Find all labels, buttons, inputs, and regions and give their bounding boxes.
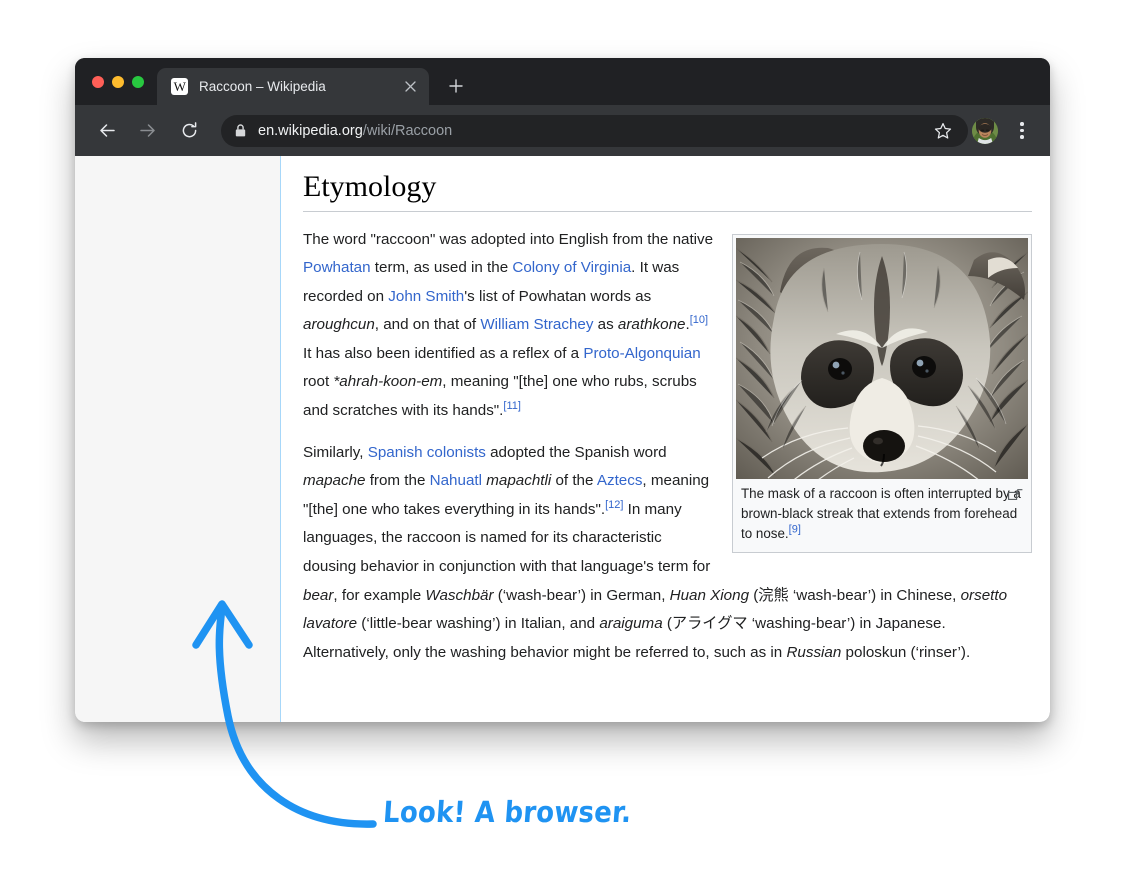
- three-dot-menu-icon[interactable]: [1008, 117, 1036, 145]
- back-button[interactable]: [91, 115, 123, 147]
- lock-icon: [235, 124, 246, 137]
- favicon-letter: W: [174, 80, 186, 93]
- term-russian: Russian: [786, 644, 841, 661]
- address-bar[interactable]: en.wikipedia.org/wiki/Raccoon: [221, 115, 968, 147]
- page-viewport: Etymology: [75, 156, 1050, 722]
- reference-10-link[interactable]: [10]: [690, 314, 708, 326]
- tab-strip: W Raccoon – Wikipedia: [75, 58, 1050, 105]
- minimize-window-button[interactable]: [112, 76, 124, 88]
- term-mapache: mapache: [303, 472, 365, 489]
- annotation-label: Look! A browser.: [382, 796, 633, 830]
- p1-s1: The word "raccoon" was adopted into Engl…: [303, 231, 713, 248]
- p1-s5: , and on that of: [375, 316, 481, 333]
- new-tab-button[interactable]: [441, 71, 471, 101]
- term-arathkone: arathkone: [618, 316, 686, 333]
- link-colony-of-virginia[interactable]: Colony of Virginia: [512, 259, 631, 276]
- wikipedia-sidebar: [75, 156, 281, 722]
- thumbnail-caption: The mask of a raccoon is often interrupt…: [736, 479, 1028, 549]
- link-powhatan[interactable]: Powhatan: [303, 259, 371, 276]
- menu-dot: [1020, 129, 1024, 133]
- tab-raccoon-wikipedia[interactable]: W Raccoon – Wikipedia: [157, 68, 429, 105]
- close-tab-icon[interactable]: [399, 76, 421, 98]
- term-ahrah-koon-em: *ahrah-koon-em: [333, 373, 442, 390]
- p1-s8: It has also been identified as a reflex …: [303, 345, 583, 362]
- reference-10[interactable]: [10]: [690, 314, 708, 326]
- caption-reference-link[interactable]: [9]: [789, 523, 801, 535]
- link-william-strachey[interactable]: William Strachey: [480, 316, 593, 333]
- link-proto-algonquian[interactable]: Proto-Algonquian: [583, 345, 700, 362]
- p2-s3: from the: [365, 472, 429, 489]
- p2-s14: poloskun (‘rinser’).: [841, 644, 970, 661]
- p1-s2: term, as used in the: [371, 259, 513, 276]
- term-huan-xiong: Huan Xiong: [670, 587, 749, 604]
- link-john-smith[interactable]: John Smith: [388, 288, 464, 305]
- url-path: /wiki/Raccoon: [363, 123, 452, 139]
- reference-11-link[interactable]: [11]: [503, 400, 521, 412]
- close-window-button[interactable]: [92, 76, 104, 88]
- wikipedia-favicon-icon: W: [171, 78, 188, 95]
- p1-s6: as: [593, 316, 617, 333]
- link-spanish-colonists[interactable]: Spanish colonists: [368, 444, 486, 461]
- forward-button[interactable]: [131, 115, 163, 147]
- page-title: Etymology: [303, 170, 1032, 212]
- p2-s13: such as in: [710, 644, 787, 661]
- p2-s1: Similarly,: [303, 444, 368, 461]
- term-mapachtli: mapachtli: [486, 472, 551, 489]
- enlarge-icon[interactable]: [1008, 486, 1023, 497]
- term-aroughcun: aroughcun: [303, 316, 375, 333]
- p2-s9: (‘wash-bear’) in German,: [494, 587, 670, 604]
- wikipedia-article-content: Etymology: [281, 156, 1050, 722]
- p1-s4: 's list of Powhatan words as: [464, 288, 651, 305]
- p2-s11: (‘little-bear washing’) in Italian, and: [357, 615, 599, 632]
- reference-12[interactable]: [12]: [605, 499, 623, 511]
- article-thumbnail: The mask of a raccoon is often interrupt…: [732, 234, 1032, 553]
- caption-text: The mask of a raccoon is often interrupt…: [741, 486, 1021, 541]
- p2-s2: adopted the Spanish word: [486, 444, 667, 461]
- caption-reference[interactable]: [9]: [789, 523, 801, 535]
- term-bear: bear: [303, 587, 333, 604]
- term-waschbaer: Waschbär: [425, 587, 493, 604]
- raccoon-face-photo[interactable]: [736, 238, 1028, 479]
- reload-button[interactable]: [173, 115, 205, 147]
- link-aztecs[interactable]: Aztecs: [597, 472, 643, 489]
- p2-s10: (浣熊 ‘wash-bear’) in Chinese,: [749, 587, 961, 604]
- p2-s5: of the: [551, 472, 597, 489]
- url-text: en.wikipedia.org/wiki/Raccoon: [258, 123, 452, 139]
- profile-avatar[interactable]: [972, 118, 998, 144]
- p2-s8: , for example: [333, 587, 425, 604]
- term-araiguma: araiguma: [599, 615, 662, 632]
- menu-dot: [1020, 135, 1024, 139]
- reference-12-link[interactable]: [12]: [605, 499, 623, 511]
- browser-window: W Raccoon – Wikipedia: [75, 58, 1050, 722]
- tab-title: Raccoon – Wikipedia: [199, 79, 399, 94]
- p1-s9: root: [303, 373, 333, 390]
- link-nahuatl[interactable]: Nahuatl: [430, 472, 482, 489]
- reference-11[interactable]: [11]: [503, 400, 521, 412]
- url-domain: en.wikipedia.org: [258, 123, 363, 139]
- maximize-window-button[interactable]: [132, 76, 144, 88]
- window-controls: [75, 58, 157, 105]
- menu-dot: [1020, 122, 1024, 126]
- bookmark-star-icon[interactable]: [928, 116, 958, 146]
- browser-toolbar: en.wikipedia.org/wiki/Raccoon: [75, 105, 1050, 156]
